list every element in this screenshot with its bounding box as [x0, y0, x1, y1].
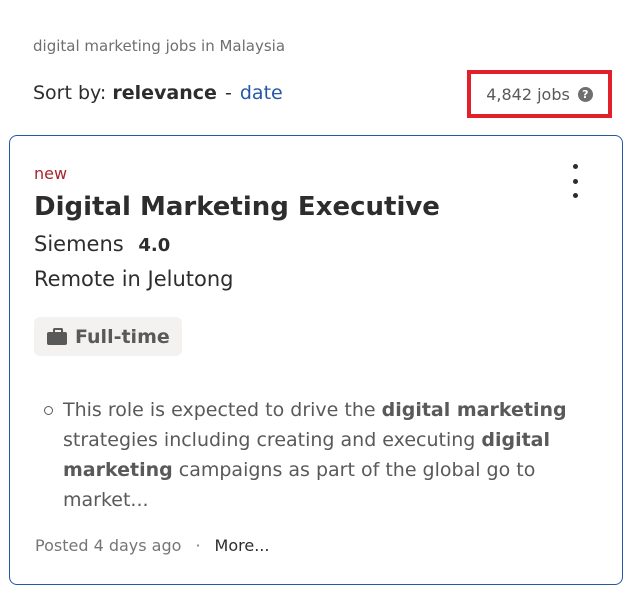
- job-count: 4,842 jobs ?: [467, 70, 612, 118]
- job-search-results: digital marketing jobs in Malaysia Sort …: [0, 0, 632, 597]
- sort-separator: -: [224, 82, 232, 104]
- company-name[interactable]: Siemens: [34, 232, 124, 256]
- menu-dot: [572, 193, 578, 198]
- question-circle-icon[interactable]: ?: [577, 86, 593, 102]
- job-title[interactable]: Digital Marketing Executive: [34, 192, 440, 222]
- sort-controls: Sort by: relevance - date: [33, 82, 283, 104]
- job-footer: Posted 4 days ago · More...: [35, 536, 269, 555]
- bullet-icon: [44, 406, 53, 415]
- job-location: Remote in Jelutong: [34, 267, 234, 291]
- sort-option-date[interactable]: date: [240, 82, 283, 104]
- job-type-label: Full-time: [75, 325, 170, 348]
- company-row: Siemens 4.0: [34, 232, 170, 256]
- briefcase-icon: [47, 328, 67, 345]
- menu-dot: [572, 164, 578, 169]
- sort-option-relevance[interactable]: relevance: [112, 82, 217, 104]
- job-type-tag: Full-time: [34, 317, 182, 356]
- job-snippet: This role is expected to drive the digit…: [44, 395, 584, 515]
- company-rating: 4.0: [138, 235, 171, 256]
- footer-separator: ·: [195, 536, 201, 555]
- more-link[interactable]: More...: [215, 536, 270, 555]
- snippet-text: This role is expected to drive the digit…: [63, 399, 567, 511]
- new-badge: new: [34, 164, 68, 183]
- posted-date: Posted 4 days ago: [35, 536, 182, 555]
- more-vertical-icon[interactable]: [566, 164, 584, 198]
- job-card[interactable]: new Digital Marketing Executive Siemens …: [9, 135, 623, 585]
- search-summary: digital marketing jobs in Malaysia: [33, 37, 286, 55]
- job-count-text: 4,842 jobs: [486, 84, 570, 104]
- sort-label: Sort by:: [33, 82, 107, 104]
- menu-dot: [572, 178, 578, 184]
